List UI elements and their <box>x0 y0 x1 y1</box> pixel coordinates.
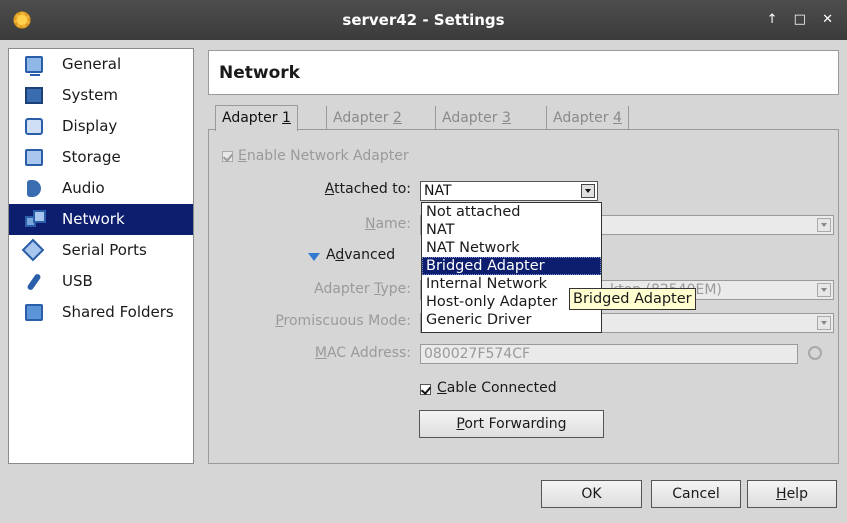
tab-number: 4 <box>613 110 622 126</box>
tab-label: Adapter <box>442 110 502 126</box>
sidebar-item-label: Storage <box>62 148 121 166</box>
label-text: vanced <box>344 247 396 263</box>
mnemonic: H <box>776 486 787 502</box>
tab-number: 2 <box>393 110 402 126</box>
attached-to-dropdown-list[interactable]: Not attached NAT NAT Network Bridged Ada… <box>421 202 602 333</box>
port-forwarding-button[interactable]: Port Forwarding <box>419 410 604 438</box>
dropdown-option[interactable]: NAT Network <box>422 239 601 257</box>
chevron-down-icon[interactable] <box>817 283 831 297</box>
enable-network-adapter-label: Enable Network Adapter <box>238 148 409 164</box>
ok-button[interactable]: OK <box>541 480 642 508</box>
serial-port-icon <box>21 238 45 262</box>
audio-icon <box>27 180 41 197</box>
chevron-down-icon[interactable] <box>817 218 831 232</box>
dropdown-option[interactable]: Generic Driver <box>422 311 601 329</box>
sidebar-item-network[interactable]: Network <box>9 204 193 235</box>
cable-connected-checkbox[interactable] <box>420 384 431 395</box>
folder-icon <box>25 304 43 321</box>
sidebar-item-label: Audio <box>62 179 105 197</box>
name-label: Name: <box>365 216 411 232</box>
label-text: able Connected <box>446 380 557 396</box>
network-icon <box>25 210 46 227</box>
sidebar-item-label: USB <box>62 272 93 290</box>
label-text: nable Network Adapter <box>246 148 409 164</box>
cable-connected-label[interactable]: Cable Connected <box>437 380 557 396</box>
button-label: elp <box>786 486 808 502</box>
tab-number: 1 <box>282 110 291 126</box>
chevron-down-icon[interactable] <box>581 184 595 198</box>
sidebar-item-general[interactable]: General <box>9 49 193 80</box>
tab-number: 3 <box>502 110 511 126</box>
label-text: romiscuous Mode: <box>283 313 411 329</box>
button-label: ort Forwarding <box>464 416 567 432</box>
dropdown-option[interactable]: NAT <box>422 221 601 239</box>
label-text: ttached to: <box>334 181 411 197</box>
dropdown-option[interactable]: Not attached <box>422 203 601 221</box>
attached-to-value: NAT <box>424 183 452 199</box>
label-text: ype: <box>380 281 411 297</box>
mnemonic: C <box>437 380 447 396</box>
attached-to-select[interactable]: NAT <box>420 181 598 201</box>
dropdown-option-highlighted[interactable]: Bridged Adapter <box>422 257 601 275</box>
sidebar-item-usb[interactable]: USB <box>9 266 193 297</box>
label-text: Adapter <box>314 281 375 297</box>
usb-icon <box>26 272 42 292</box>
tab-adapter-4[interactable]: Adapter 4 <box>546 106 629 130</box>
sidebar-item-serial-ports[interactable]: Serial Ports <box>9 235 193 266</box>
advanced-toggle[interactable]: Advanced <box>326 247 395 263</box>
tab-label: Adapter <box>222 110 282 126</box>
sidebar-item-storage[interactable]: Storage <box>9 142 193 173</box>
enable-network-adapter-checkbox[interactable] <box>222 151 233 162</box>
page-title: Network <box>219 63 300 83</box>
sidebar-item-label: Network <box>62 210 125 228</box>
settings-window: server42 - Settings ↑ □ ✕ General System… <box>0 0 847 523</box>
label-text: A <box>326 247 336 263</box>
help-button[interactable]: Help <box>747 480 837 508</box>
window-title: server42 - Settings <box>342 11 505 29</box>
tab-adapter-2[interactable]: Adapter 2 <box>326 106 408 130</box>
label-text: ame: <box>375 216 411 232</box>
attached-to-label: Attached to: <box>325 181 411 197</box>
tab-adapter-1[interactable]: Adapter 1 <box>215 105 298 131</box>
storage-icon <box>25 149 43 166</box>
window-controls[interactable]: ↑ □ ✕ <box>767 0 839 40</box>
mac-address-input[interactable]: 080027F574CF <box>420 344 798 364</box>
chevron-down-icon[interactable] <box>817 316 831 330</box>
mnemonic: A <box>324 181 335 197</box>
chip-icon <box>25 87 43 104</box>
promiscuous-mode-label: Promiscuous Mode: <box>275 313 411 329</box>
display-icon <box>25 118 43 135</box>
sidebar-item-label: Shared Folders <box>62 303 174 321</box>
mac-address-value: 080027F574CF <box>424 346 531 362</box>
adapter-type-label: Adapter Type: <box>314 281 411 297</box>
sidebar-item-label: General <box>62 55 122 73</box>
page-header: Network <box>208 50 839 95</box>
tab-adapter-3[interactable]: Adapter 3 <box>435 106 517 130</box>
sidebar-item-label: Serial Ports <box>62 241 147 259</box>
sidebar-item-label: System <box>62 86 118 104</box>
mnemonic: N <box>364 216 376 232</box>
label-text: AC Address: <box>326 345 411 361</box>
sidebar-item-system[interactable]: System <box>9 80 193 111</box>
expand-triangle-icon[interactable] <box>308 253 320 261</box>
tab-label: Adapter <box>553 110 613 126</box>
mnemonic: E <box>238 148 247 164</box>
cancel-button[interactable]: Cancel <box>651 480 741 508</box>
refresh-mac-icon[interactable] <box>808 346 822 360</box>
mac-address-label: MAC Address: <box>315 345 411 361</box>
settings-sidebar: General System Display Storage Audio Net… <box>8 48 194 464</box>
tab-label: Adapter <box>333 110 393 126</box>
mnemonic: d <box>335 247 345 263</box>
sidebar-item-audio[interactable]: Audio <box>9 173 193 204</box>
mnemonic: M <box>314 345 327 361</box>
monitor-icon <box>25 56 43 76</box>
tooltip: Bridged Adapter <box>569 288 696 310</box>
mnemonic: P <box>275 313 284 329</box>
title-bar[interactable]: server42 - Settings ↑ □ ✕ <box>0 0 847 40</box>
sidebar-item-label: Display <box>62 117 118 135</box>
sidebar-item-display[interactable]: Display <box>9 111 193 142</box>
sidebar-item-shared-folders[interactable]: Shared Folders <box>9 297 193 328</box>
